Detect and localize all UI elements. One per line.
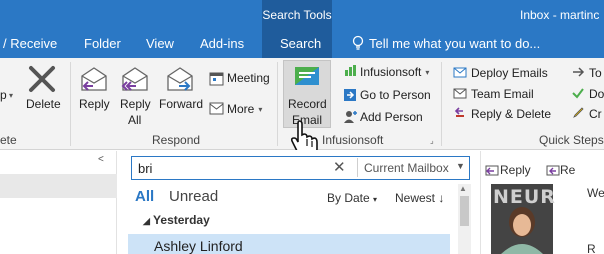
filter-all-tab[interactable]: All [135,188,154,205]
group-divider [70,62,71,146]
date-group-header[interactable]: ◢ Yesterday [143,213,210,227]
reading-partial-text-2: R [587,242,596,254]
delete-x-icon [29,66,55,92]
tab-search[interactable]: Search [280,36,321,51]
sort-by-dropdown[interactable]: By Date ▾ [327,191,377,205]
close-icon[interactable]: ✕ [333,158,346,176]
search-divider [357,158,358,177]
tab-folder[interactable]: Folder [84,36,121,51]
dialog-launcher-icon[interactable]: ⌟ [430,136,434,145]
window-title: Inbox - martinc [520,8,600,22]
more-icon [209,102,224,115]
reply-button[interactable]: Reply [79,97,110,111]
outlook-window: Search Tools Inbox - martinc / Receive F… [0,0,604,254]
infusionsoft-menu-label: Infusionsoft [360,65,422,79]
chevron-down-icon: ▾ [373,195,378,204]
chevron-down-icon: ▾ [9,91,14,100]
meeting-icon [209,72,224,86]
deploy-emails-icon [453,67,467,78]
meeting-button[interactable]: Meeting [227,71,270,85]
quick-step-reply-delete[interactable]: Reply & Delete [471,107,551,121]
sort-by-label: By Date [327,191,370,205]
context-group-label: Search Tools [262,8,332,22]
collapse-triangle-icon: ◢ [143,216,150,226]
respond-group-label: Respond [152,133,201,147]
reply-delete-icon [454,107,464,117]
date-group-label: Yesterday [153,213,210,227]
tab-send-receive[interactable]: / Receive [3,36,57,51]
quick-steps-group-label: Quick Steps [539,133,604,147]
add-person-button[interactable]: Add Person [360,110,423,124]
search-scope-dropdown[interactable]: Current Mailbox [364,161,449,175]
collapse-pane-icon[interactable]: < [98,154,104,165]
team-email-icon [453,88,467,99]
filter-unread-tab[interactable]: Unread [169,188,218,205]
more-button-label: More [227,102,255,116]
forward-button[interactable]: Forward [159,97,203,111]
tab-add-ins[interactable]: Add-ins [200,36,244,51]
scrollbar-thumb[interactable] [460,196,469,226]
chevron-down-icon[interactable]: ▼ [456,161,465,171]
folder-pane [0,151,117,254]
infusionsoft-group-label: Infusionsoft [322,133,384,147]
infusionsoft-logo-icon [345,65,356,76]
delete-group-label: ete [0,133,17,147]
partial-button-label[interactable]: p [0,88,7,102]
create-new-icon [573,107,584,118]
sort-order-toggle[interactable]: Newest ↓ [395,191,444,205]
group-divider [277,62,278,146]
reply-all-button-line2[interactable]: All [128,113,141,127]
reading-reply-button[interactable]: Reply [500,163,531,177]
go-to-person-button[interactable]: Go to Person [360,88,431,102]
reply-icon [485,165,499,176]
sort-order-label: Newest [395,191,436,205]
record-email-icon [295,67,319,85]
lightbulb-icon [352,35,364,50]
arrow-down-icon: ↓ [438,191,445,205]
group-divider [441,62,442,146]
quick-step-to-partial[interactable]: To [589,66,602,80]
reply-all-icon [546,165,560,176]
search-query: bri [138,161,153,176]
scroll-up-arrow-icon[interactable]: ▲ [459,184,467,193]
quick-step-team-email[interactable]: Team Email [471,87,534,101]
reply-icon [81,67,107,91]
done-check-icon [572,88,584,99]
record-email-label-1: Record [288,97,327,111]
reading-partial-text: We [587,186,604,200]
message-sender: Ashley Linford [154,238,243,254]
reply-all-icon [121,67,148,91]
reading-reply-all-button[interactable]: Re [560,163,575,177]
chevron-down-icon: ▾ [425,67,430,77]
quick-step-deploy-emails[interactable]: Deploy Emails [471,66,548,80]
reply-all-button-line1[interactable]: Reply [120,97,151,111]
quick-step-done-partial[interactable]: Do [589,87,604,101]
tab-view[interactable]: View [146,36,174,51]
chevron-down-icon: ▾ [258,104,263,114]
add-person-icon [344,111,357,123]
tell-me-box[interactable]: Tell me what you want to do... [369,36,540,51]
quick-step-create-partial[interactable]: Cr [589,107,602,121]
selected-folder[interactable] [0,174,117,198]
delete-button[interactable]: Delete [26,97,61,111]
to-manager-icon [573,67,585,77]
photo-wall-text: NEUR [493,186,556,208]
infusionsoft-menu-button[interactable]: Infusionsoft ▾ [360,65,429,79]
forward-icon [167,67,193,91]
more-button[interactable]: More ▾ [227,102,262,116]
go-to-person-icon [344,89,356,101]
